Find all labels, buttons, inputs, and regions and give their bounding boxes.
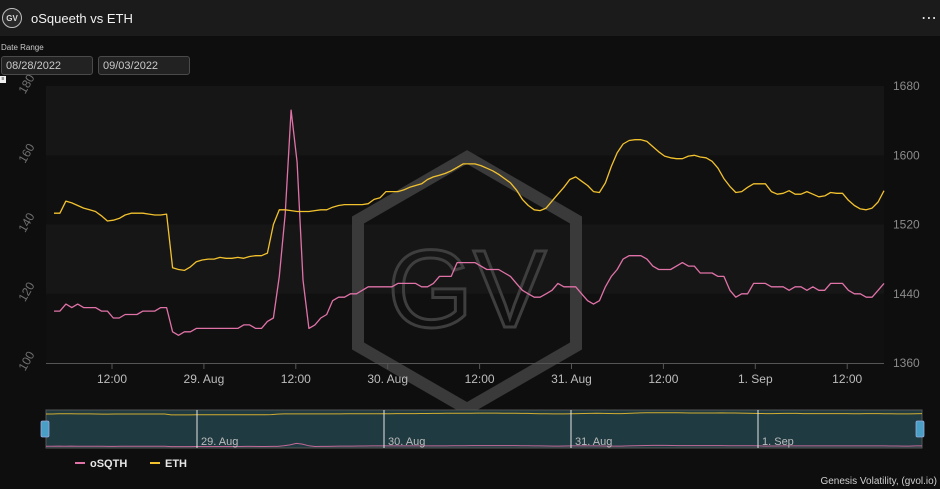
navigator-label: 1. Sep [762,436,794,448]
navigator-label: 29. Aug [201,436,238,448]
x-tick-label: 12:00 [832,372,862,386]
y-right-tick-label: 1680 [893,79,920,93]
x-tick-label: 30. Aug [367,372,408,386]
y-left-tick-label: 100 [15,349,37,374]
y-right-tick-label: 1360 [893,356,920,370]
legend-item-eth[interactable]: ETH [165,458,187,470]
credit-text: Genesis Volatility, (gvol.io) [820,476,937,487]
navigator-right-handle[interactable] [915,420,925,438]
x-tick-label: 1. Sep [738,372,773,386]
x-tick-label: 12:00 [648,372,678,386]
grid-band [46,86,884,156]
navigator-label: 31. Aug [575,436,612,448]
y-right-tick-label: 1440 [893,287,920,301]
y-left-tick-label: 140 [15,210,37,235]
chart-svg: GV 100120140160180 13601440152016001680 … [15,72,925,470]
y-left-tick-label: 160 [15,141,37,166]
y-right-tick-label: 1520 [893,218,920,232]
watermark-text: GV [388,228,547,351]
y-left-tick-label: 180 [15,72,37,97]
legend-item-osqth[interactable]: oSQTH [90,458,127,470]
x-tick-label: 12:00 [281,372,311,386]
x-tick-label: 31. Aug [551,372,592,386]
y-left-tick-label: 120 [15,279,37,304]
navigator-label: 30. Aug [388,436,425,448]
y-right-tick-label: 1600 [893,148,920,162]
x-tick-label: 12:00 [465,372,495,386]
x-tick-label: 12:00 [97,372,127,386]
x-tick-label: 29. Aug [184,372,225,386]
navigator-left-handle[interactable] [40,420,50,438]
